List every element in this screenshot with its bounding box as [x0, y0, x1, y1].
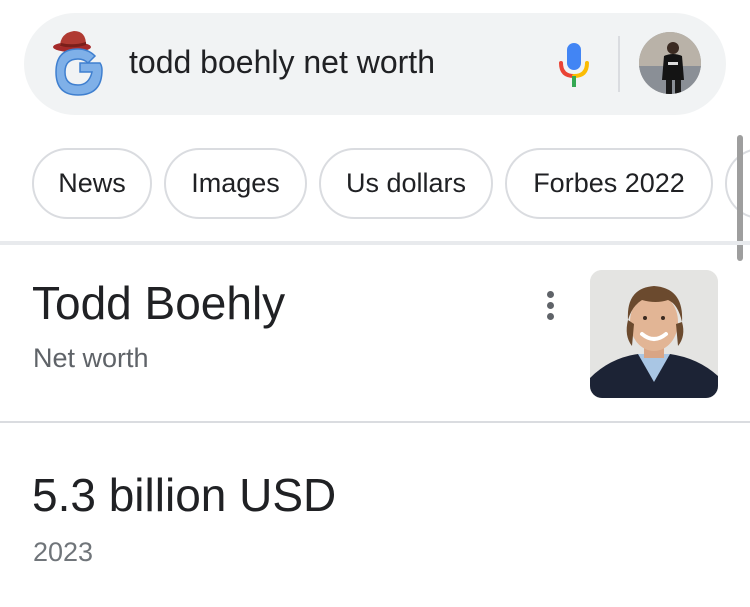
chip-label: Images: [191, 168, 280, 198]
chip-label: News: [58, 168, 126, 198]
chip-images[interactable]: Images: [164, 148, 307, 219]
chip-label: Forbes 2022: [533, 168, 685, 198]
microphone-icon[interactable]: [558, 43, 590, 89]
net-worth-year: 2023: [33, 537, 94, 567]
chip-us-dollars[interactable]: Us dollars: [319, 148, 493, 219]
entity-photo[interactable]: [590, 270, 718, 398]
section-divider: [0, 241, 750, 245]
search-results-page: todd boehly net worth News Images Us dol…: [0, 0, 750, 607]
search-query[interactable]: todd boehly net worth: [129, 44, 435, 81]
google-logo-icon[interactable]: [50, 27, 110, 99]
search-bar[interactable]: todd boehly net worth: [24, 13, 726, 115]
account-avatar[interactable]: [639, 32, 701, 94]
search-bar-divider: [618, 36, 620, 92]
chip-news[interactable]: News: [32, 148, 152, 219]
person-photo-icon: [590, 270, 718, 398]
entity-subtitle: Net worth: [33, 343, 149, 373]
net-worth-value: 5.3 billion USD: [32, 469, 337, 521]
more-options-icon[interactable]: [536, 288, 566, 324]
filter-chips: News Images Us dollars Forbes 2022: [32, 148, 750, 220]
avatar-photo-icon: [639, 32, 701, 94]
chip-label: Us dollars: [345, 168, 467, 198]
entity-title: Todd Boehly: [32, 277, 286, 329]
section-divider: [0, 421, 750, 423]
chip-forbes-2022[interactable]: Forbes 2022: [505, 148, 713, 219]
